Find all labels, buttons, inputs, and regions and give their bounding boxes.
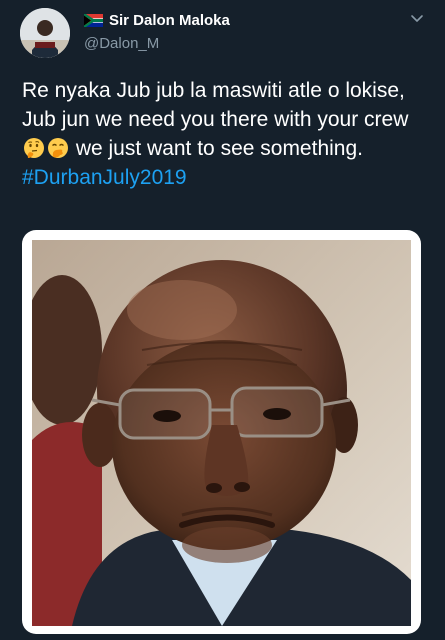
hashtag-link[interactable]: #DurbanJuly2019 (22, 166, 187, 189)
author-info: Sir Dalon Maloka @Dalon_M (84, 10, 230, 52)
author-avatar[interactable] (20, 8, 70, 58)
face-with-hand-over-mouth-emoji (47, 137, 69, 159)
tweet-text-continued: we just want to see something. (70, 137, 363, 160)
tweet-text-body: Re nyaka Jub jub la maswiti atle o lokis… (22, 79, 409, 131)
south-africa-flag-icon (84, 13, 103, 27)
thinking-face-emoji (23, 137, 45, 159)
chevron-down-icon[interactable] (409, 10, 425, 26)
name-row: Sir Dalon Maloka (84, 10, 230, 30)
man-with-glasses-photo (32, 240, 411, 626)
tweet-text: Re nyaka Jub jub la maswiti atle o lokis… (22, 76, 427, 192)
author-handle[interactable]: @Dalon_M (84, 35, 230, 52)
author-display-name[interactable]: Sir Dalon Maloka (109, 12, 230, 29)
tweet-card: Sir Dalon Maloka @Dalon_M Re nyaka Jub j… (0, 0, 445, 640)
tweet-media[interactable] (22, 230, 421, 634)
